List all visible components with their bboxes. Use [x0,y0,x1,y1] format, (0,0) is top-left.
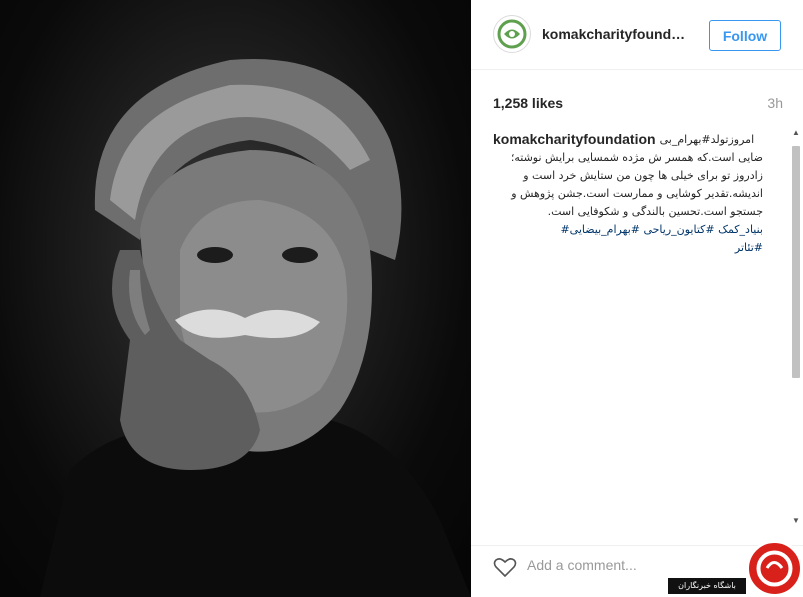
scroll-up-arrow-icon[interactable]: ▲ [791,128,801,138]
caption-line: جستجو است.تحسین بالندگی و شکوفایی است. [547,205,763,218]
likes-count[interactable]: 1,258 likes [493,95,563,111]
portrait-image [40,59,471,597]
watermark: باشگاه خبرنگاران [668,540,803,597]
caption-hashtag[interactable]: #تئاتر [493,239,763,257]
post-timestamp[interactable]: 3h [767,95,783,111]
watermark-text: باشگاه خبرنگاران [668,578,746,594]
scroll-thumb[interactable] [792,146,800,378]
watermark-logo-icon [746,540,803,597]
caption-line: ضایی است.که همسر ش مژده شمسایی برایش نوش… [510,151,763,164]
caption-scrollbar[interactable]: ▲ ▼ [789,128,803,528]
post-caption: komakcharityfoundation امروزتولد#بهرام_ب… [493,130,763,550]
post-stats: 1,258 likes 3h [493,95,783,113]
caption-username[interactable]: komakcharityfoundation [493,130,656,148]
caption-line: اندیشه.تقدیر کوشایی و ممارست است.جشن پژو… [511,187,763,200]
caption-line: زادروز تو برای خیلی ها چون من ستایش خرد … [523,169,763,182]
caption-line: امروزتولد#بهرام_بی [659,133,755,146]
post-details-panel: komakcharityfound… Follow 1,258 likes 3h… [471,0,803,597]
post-photo[interactable] [0,0,471,597]
caption-hashtags[interactable]: بنیاد_کمک #کتایون_ریاحی #بهرام_بیضایی# [493,221,763,239]
header-username[interactable]: komakcharityfound… [542,26,692,42]
comment-input[interactable] [527,554,687,576]
komak-logo-icon[interactable] [493,15,531,53]
post-header: komakcharityfound… Follow [471,0,803,70]
heart-icon[interactable] [493,556,517,578]
scroll-down-arrow-icon[interactable]: ▼ [791,516,801,526]
follow-button[interactable]: Follow [709,20,781,51]
